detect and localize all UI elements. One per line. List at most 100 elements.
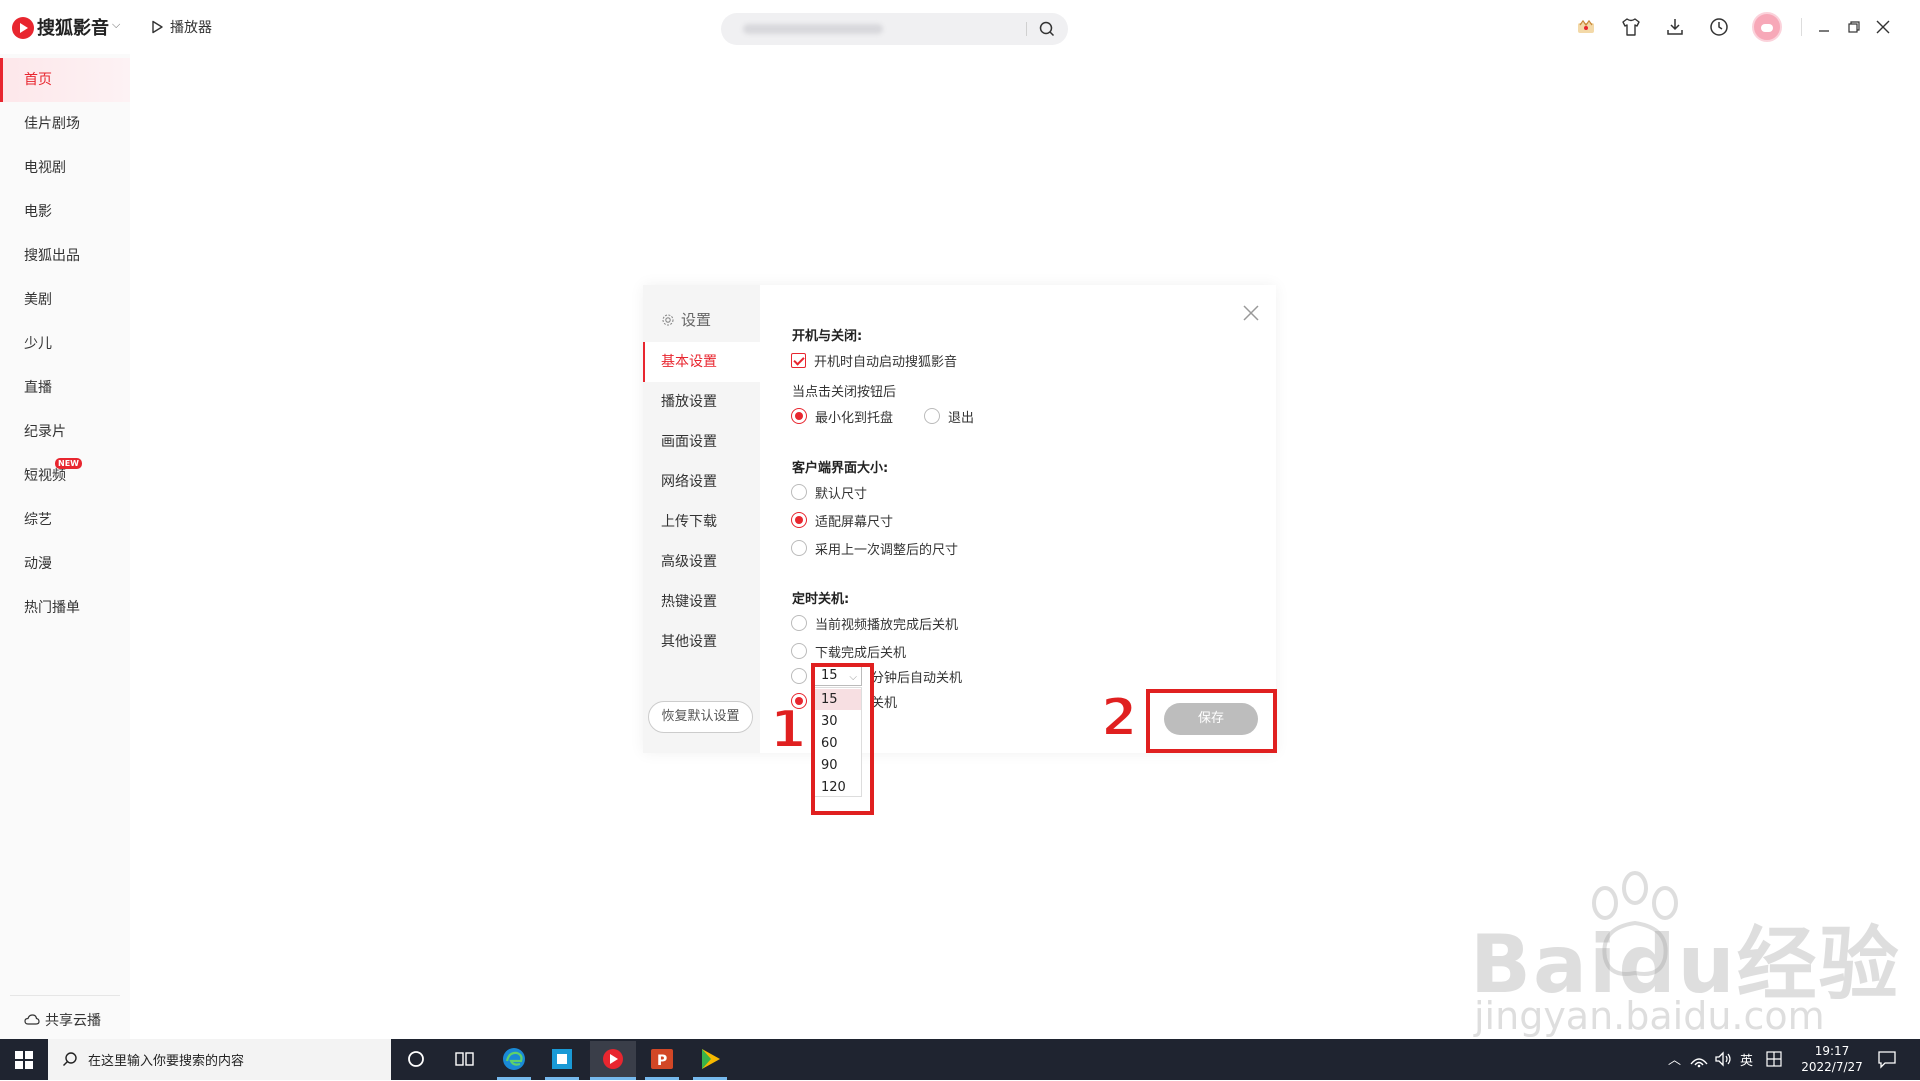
- close-window-icon[interactable]: [1872, 16, 1894, 38]
- app-name[interactable]: 搜狐影音: [37, 14, 109, 40]
- sidebar-item-documentary[interactable]: 纪录片: [0, 410, 130, 454]
- search-text-blurred: [743, 24, 883, 34]
- shutdown-after-video-option[interactable]: 当前视频播放完成后关机: [791, 614, 959, 633]
- sidebar-item-anime[interactable]: 动漫: [0, 542, 130, 586]
- settings-dialog: 设置 基本设置 播放设置 画面设置 网络设置 上传下载 高级设置 热键设置 其他…: [643, 285, 1276, 797]
- settings-nav-basic[interactable]: 基本设置: [643, 342, 760, 382]
- sidebar-item-label: 短视频: [24, 468, 66, 484]
- user-avatar[interactable]: [1752, 12, 1782, 42]
- ime-mode-grid-icon[interactable]: [1764, 1049, 1784, 1069]
- settings-nav-hotkeys[interactable]: 热键设置: [643, 582, 760, 622]
- sidebar-item-label: 动漫: [24, 556, 52, 572]
- sidebar-item-variety[interactable]: 综艺: [0, 498, 130, 542]
- restore-defaults-button[interactable]: 恢复默认设置: [648, 701, 753, 733]
- sidebar-item-us-drama[interactable]: 美剧: [0, 278, 130, 322]
- search-input[interactable]: [721, 13, 1068, 45]
- settings-nav-other[interactable]: 其他设置: [643, 622, 760, 662]
- shared-cloud-button[interactable]: 共享云播: [24, 1010, 101, 1030]
- shutdown-after-download-radio[interactable]: [791, 643, 807, 659]
- settings-nav-network[interactable]: 网络设置: [643, 462, 760, 502]
- size-default-radio[interactable]: [791, 484, 807, 500]
- download-icon[interactable]: [1664, 16, 1686, 38]
- history-clock-icon[interactable]: [1708, 16, 1730, 38]
- exit-radio[interactable]: [924, 408, 940, 424]
- size-last-used-option[interactable]: 采用上一次调整后的尺寸: [791, 539, 959, 558]
- size-fit-screen-option[interactable]: 适配屏幕尺寸: [791, 511, 893, 530]
- gear-icon: [662, 313, 674, 326]
- size-fit-screen-radio[interactable]: [791, 512, 807, 528]
- cloud-icon: [24, 1014, 40, 1025]
- minimize-radio[interactable]: [791, 408, 807, 424]
- sidebar-item-tv[interactable]: 电视剧: [0, 146, 130, 190]
- chevron-down-icon[interactable]: ⌵: [112, 18, 120, 32]
- shutdown-after-video-label: 当前视频播放完成后关机: [815, 617, 959, 633]
- settings-nav-display[interactable]: 画面设置: [643, 422, 760, 462]
- size-last-used-label: 采用上一次调整后的尺寸: [815, 542, 959, 558]
- skin-shirt-icon[interactable]: [1620, 16, 1642, 38]
- clock-time: 19:17: [1814, 1044, 1850, 1058]
- sidebar-item-label: 直播: [24, 380, 52, 396]
- windows-start-icon[interactable]: [15, 1051, 33, 1069]
- taskbar-search-input[interactable]: 在这里输入你要搜索的内容: [48, 1039, 391, 1080]
- sidebar-item-label: 综艺: [24, 512, 52, 528]
- sidebar-item-label: 美剧: [24, 292, 52, 308]
- minimize-to-tray-option[interactable]: 最小化到托盘: [791, 407, 894, 426]
- tray-chevron-up-icon[interactable]: ︿: [1668, 1049, 1681, 1068]
- shutdown-after-video-radio[interactable]: [791, 615, 807, 631]
- minimize-label: 最小化到托盘: [815, 410, 894, 426]
- settings-nav-playback[interactable]: 播放设置: [643, 382, 760, 422]
- shutdown-after-download-option[interactable]: 下载完成后关机: [791, 642, 906, 661]
- sidebar-item-featured[interactable]: 佳片剧场: [0, 102, 130, 146]
- annotation-box-dropdown: [811, 663, 874, 815]
- new-badge: NEW: [55, 458, 82, 469]
- minimize-icon[interactable]: [1813, 16, 1835, 38]
- wifi-icon[interactable]: [1688, 1048, 1710, 1070]
- autostart-option[interactable]: 开机时自动启动搜狐影音: [791, 351, 957, 370]
- settings-nav-label: 其他设置: [661, 634, 717, 650]
- sidebar-item-home[interactable]: 首页: [0, 58, 130, 102]
- ime-language-indicator[interactable]: 英: [1740, 1050, 1753, 1069]
- player-label: 播放器: [170, 20, 212, 36]
- exit-option[interactable]: 退出: [924, 407, 974, 426]
- sidebar-item-label: 佳片剧场: [24, 116, 80, 132]
- sohu-video-icon: [603, 1049, 623, 1069]
- settings-nav-advanced[interactable]: 高级设置: [643, 542, 760, 582]
- size-last-used-radio[interactable]: [791, 540, 807, 556]
- close-icon[interactable]: [1241, 303, 1261, 323]
- sidebar-item-movies[interactable]: 电影: [0, 190, 130, 234]
- restore-window-icon[interactable]: [1843, 16, 1865, 38]
- volume-icon[interactable]: [1712, 1048, 1734, 1070]
- annotation-step-2: 2: [1100, 687, 1138, 749]
- task-view-icon[interactable]: [449, 1044, 479, 1074]
- powerpoint-icon[interactable]: P: [647, 1044, 677, 1074]
- search-icon[interactable]: [1039, 21, 1055, 37]
- settings-nav-label: 网络设置: [661, 474, 717, 490]
- sohu-logo-icon[interactable]: [12, 17, 34, 39]
- sohu-video-taskbar-button[interactable]: [590, 1041, 636, 1077]
- player-button[interactable]: 播放器: [150, 16, 212, 38]
- notification-center-icon[interactable]: [1876, 1048, 1898, 1070]
- cortana-icon[interactable]: [401, 1044, 431, 1074]
- sidebar: 首页 佳片剧场 电视剧 电影 搜狐出品 美剧 少儿 直播 纪录片 短视频 NEW…: [0, 54, 130, 1039]
- sidebar-item-hot-playlists[interactable]: 热门播单: [0, 586, 130, 630]
- system-clock[interactable]: 19:17 2022/7/27: [1792, 1043, 1872, 1075]
- size-default-option[interactable]: 默认尺寸: [791, 483, 867, 502]
- sidebar-item-label: 少儿: [24, 336, 52, 352]
- sidebar-item-label: 电视剧: [24, 160, 66, 176]
- shutdown-after-minutes-radio[interactable]: [791, 668, 807, 684]
- sidebar-item-short-video[interactable]: 短视频 NEW: [0, 454, 130, 498]
- sidebar-item-live[interactable]: 直播: [0, 366, 130, 410]
- settings-nav-transfer[interactable]: 上传下载: [643, 502, 760, 542]
- sidebar-item-sohu-originals[interactable]: 搜狐出品: [0, 234, 130, 278]
- sidebar-item-kids[interactable]: 少儿: [0, 322, 130, 366]
- app-window: 搜狐影音 ⌵ 播放器 首页 佳片剧场 电视剧 电影 搜狐出品 美剧 少儿 直播 …: [0, 0, 1920, 1039]
- edge-browser-icon[interactable]: [499, 1044, 529, 1074]
- watermark-url: jingyan.baidu.com: [1474, 994, 1825, 1038]
- settings-nav-label: 播放设置: [661, 394, 717, 410]
- vip-crown-icon[interactable]: [1575, 16, 1597, 38]
- media-player-icon[interactable]: [695, 1044, 725, 1074]
- autostart-checkbox[interactable]: [791, 352, 806, 368]
- sidebar-item-label: 热门播单: [24, 600, 80, 616]
- store-app-icon[interactable]: [547, 1044, 577, 1074]
- sidebar-item-label: 搜狐出品: [24, 248, 80, 264]
